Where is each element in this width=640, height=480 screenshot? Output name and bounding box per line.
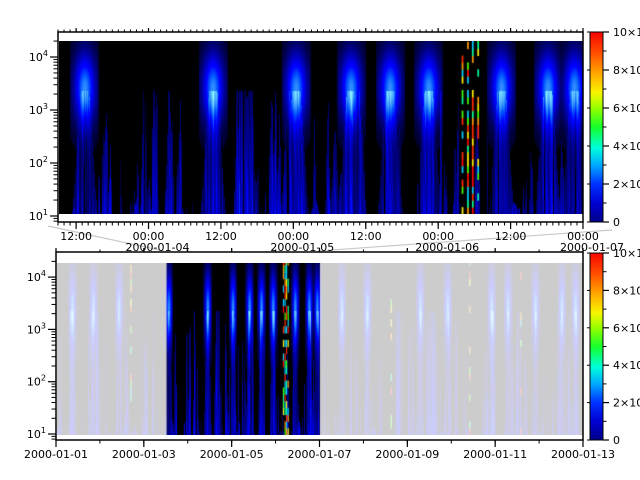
- x-tick-date-label: 2000-01-06: [415, 241, 479, 254]
- x-tick-label: 2000-01-13: [551, 448, 615, 461]
- colorbar-tick-label: 0: [613, 216, 620, 229]
- colorbar-tick-label: 6×107: [613, 100, 640, 115]
- zoom-connector-lines: [48, 226, 612, 251]
- colorbar-tick-label: 0: [613, 434, 620, 447]
- x-tick-label: 2000-01-11: [463, 448, 527, 461]
- x-tick-label: 2000-01-07: [288, 448, 352, 461]
- x-tick-label: 12:00: [350, 230, 382, 243]
- colorbar-gradient: [590, 253, 603, 440]
- colorbar-tick-label: 2×107: [613, 176, 640, 191]
- x-tick-date-label: 2000-01-07: [560, 241, 624, 254]
- colorbar-tick-label: 10×107: [613, 245, 640, 260]
- x-tick-label: 12:00: [495, 230, 527, 243]
- detail-spectrogram-plot[interactable]: [59, 41, 583, 214]
- y-tick-label: 103: [27, 321, 46, 336]
- detail-colorbar: 0 2×107 4×107 6×107 8×107 10×107: [587, 24, 640, 229]
- x-tick-label: 2000-01-05: [200, 448, 264, 461]
- y-tick-label: 103: [29, 102, 48, 117]
- colorbar-tick-label: 6×107: [613, 320, 640, 335]
- colorbar-tick-label: 4×107: [613, 357, 640, 372]
- y-tick-label: 101: [27, 426, 46, 441]
- colorbar-tick-label: 4×107: [613, 138, 640, 153]
- connector-line-left: [48, 226, 164, 251]
- connector-line-right: [318, 230, 612, 251]
- colorbar-tick-label: 8×107: [613, 282, 640, 297]
- y-tick-label: 104: [27, 269, 46, 284]
- x-tick-label: 00:00: [277, 230, 309, 243]
- x-tick-label: 2000-01-09: [375, 448, 439, 461]
- colorbar-gradient: [590, 32, 603, 222]
- x-tick-label: 12:00: [60, 230, 92, 243]
- x-tick-label: 2000-01-01: [24, 448, 88, 461]
- colorbar-tick-label: 10×107: [613, 24, 640, 39]
- x-tick-label: 2000-01-03: [112, 448, 176, 461]
- y-tick-label: 104: [29, 49, 48, 64]
- colorbar-tick-label: 2×107: [613, 395, 640, 410]
- x-tick-label: 00:00: [567, 230, 599, 243]
- y-tick-label: 102: [29, 155, 48, 170]
- overview-highlight-region[interactable]: [166, 252, 320, 440]
- y-tick-label: 101: [29, 208, 48, 223]
- overview-spectrogram-plot[interactable]: [57, 263, 583, 435]
- x-tick-label: 12:00: [205, 230, 237, 243]
- x-tick-label: 00:00: [422, 230, 454, 243]
- spectrogram-figure: 12:0000:002000-01-0412:0000:002000-01-05…: [0, 0, 640, 480]
- overview-colorbar: 0 2×107 4×107 6×107 8×107 10×107: [587, 245, 640, 447]
- y-tick-label: 102: [27, 374, 46, 389]
- x-tick-label: 00:00: [133, 230, 165, 243]
- colorbar-tick-label: 8×107: [613, 62, 640, 77]
